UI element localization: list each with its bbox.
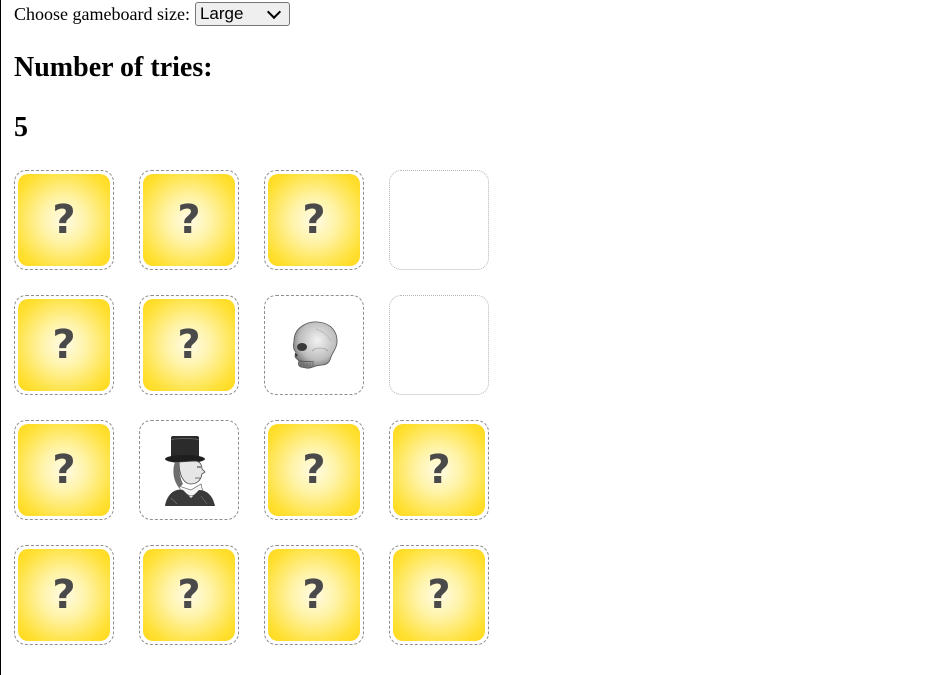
board-size-label: Choose gameboard size: — [14, 4, 190, 24]
board-size-controls: Choose gameboard size: Large — [14, 2, 290, 26]
question-mark-icon: ? — [52, 197, 76, 243]
card-back: ? — [268, 424, 360, 516]
question-mark-icon: ? — [427, 447, 451, 493]
card-back: ? — [143, 299, 235, 391]
question-mark-icon: ? — [52, 447, 76, 493]
card-hidden[interactable]: ? — [264, 170, 364, 270]
card-back: ? — [393, 424, 485, 516]
card-back: ? — [143, 549, 235, 641]
card-back: ? — [18, 424, 110, 516]
skull-icon — [265, 296, 363, 394]
board-size-select[interactable]: Large — [194, 2, 290, 26]
card-matched-empty — [389, 295, 489, 395]
card-back: ? — [143, 174, 235, 266]
card-hidden[interactable]: ? — [139, 170, 239, 270]
card-hidden[interactable]: ? — [14, 295, 114, 395]
tries-count: 5 — [14, 112, 28, 143]
question-mark-icon: ? — [427, 572, 451, 618]
gameboard: ? ? ? ? ? ? ? ? ? ? ? ? — [14, 170, 489, 645]
card-hidden[interactable]: ? — [389, 420, 489, 520]
board-size-selected: Large — [199, 4, 244, 23]
question-mark-icon: ? — [177, 572, 201, 618]
question-mark-icon: ? — [177, 197, 201, 243]
question-mark-icon: ? — [302, 197, 326, 243]
question-mark-icon: ? — [52, 572, 76, 618]
question-mark-icon: ? — [302, 572, 326, 618]
card-hidden[interactable]: ? — [14, 420, 114, 520]
card-hidden[interactable]: ? — [139, 545, 239, 645]
card-hidden[interactable]: ? — [264, 420, 364, 520]
question-mark-icon: ? — [177, 322, 201, 368]
card-matched-empty — [389, 170, 489, 270]
top-hat-man-icon — [140, 421, 238, 519]
question-mark-icon: ? — [52, 322, 76, 368]
card-hidden[interactable]: ? — [389, 545, 489, 645]
card-revealed[interactable] — [139, 420, 239, 520]
card-hidden[interactable]: ? — [139, 295, 239, 395]
tries-heading: Number of tries: — [14, 52, 213, 83]
card-hidden[interactable]: ? — [14, 170, 114, 270]
question-mark-icon: ? — [302, 447, 326, 493]
card-hidden[interactable]: ? — [264, 545, 364, 645]
left-border — [0, 0, 1, 675]
card-back: ? — [18, 299, 110, 391]
card-revealed[interactable] — [264, 295, 364, 395]
card-back: ? — [268, 549, 360, 641]
card-hidden[interactable]: ? — [14, 545, 114, 645]
card-back: ? — [18, 549, 110, 641]
card-back: ? — [268, 174, 360, 266]
card-back: ? — [393, 549, 485, 641]
chevron-down-icon — [266, 4, 282, 20]
card-back: ? — [18, 174, 110, 266]
